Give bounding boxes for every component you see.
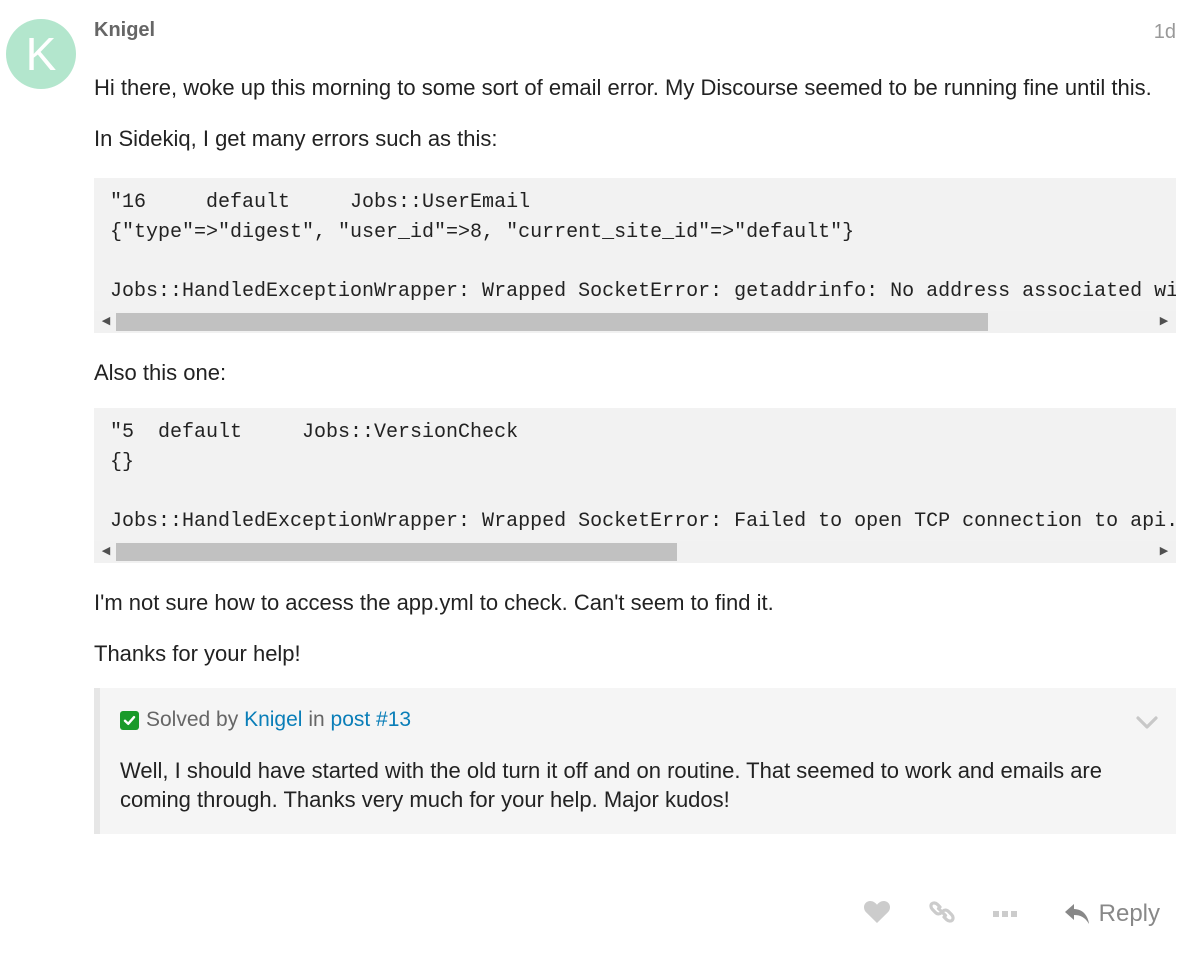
- code-text: "5 default Jobs::VersionCheck {} Jobs::H…: [110, 421, 1176, 533]
- scroll-right-icon[interactable]: ▶: [1155, 541, 1173, 563]
- post-paragraph: In Sidekiq, I get many errors such as th…: [94, 126, 498, 151]
- solution-author-link[interactable]: Knigel: [244, 708, 302, 732]
- avatar-letter: K: [25, 28, 57, 80]
- solved-by-label: Solved by: [146, 708, 239, 731]
- post-paragraph: Thanks for your help!: [94, 641, 301, 666]
- post-paragraph: Hi there, woke up this morning to some s…: [94, 75, 1152, 100]
- accepted-answer: Solved by Knigel in post #13 Well, I sho…: [94, 688, 1176, 834]
- post-date[interactable]: 1d: [1154, 21, 1176, 44]
- solution-excerpt[interactable]: Well, I should have started with the old…: [120, 756, 1140, 814]
- username[interactable]: Knigel: [94, 19, 155, 42]
- scroll-left-icon[interactable]: ◀: [97, 541, 115, 563]
- reply-button[interactable]: Reply: [1063, 900, 1160, 928]
- ellipsis-icon: [992, 905, 1017, 923]
- link-icon: [929, 899, 955, 930]
- post-paragraph: I'm not sure how to access the app.yml t…: [94, 590, 774, 615]
- scrollbar-thumb[interactable]: [116, 313, 988, 331]
- accepted-answer-title: Solved by Knigel in post #13: [120, 708, 411, 732]
- code-text: "16 default Jobs::UserEmail {"type"=>"di…: [110, 191, 1176, 303]
- check-icon: [120, 710, 139, 730]
- reply-icon: [1064, 904, 1089, 924]
- avatar[interactable]: K: [6, 19, 76, 89]
- share-link-button[interactable]: [929, 899, 955, 930]
- like-button[interactable]: [863, 900, 891, 929]
- in-label: in: [308, 708, 325, 731]
- scroll-left-icon[interactable]: ◀: [97, 311, 115, 333]
- post-actions: Reply: [825, 896, 1160, 932]
- horizontal-scrollbar[interactable]: ◀ ▶: [94, 311, 1176, 333]
- more-actions-button[interactable]: [992, 905, 1017, 923]
- horizontal-scrollbar[interactable]: ◀ ▶: [94, 541, 1176, 563]
- heart-icon: [863, 900, 891, 929]
- reply-label: Reply: [1098, 900, 1160, 927]
- scroll-right-icon[interactable]: ▶: [1155, 311, 1173, 333]
- post-paragraph: Also this one:: [94, 360, 227, 385]
- code-block: "16 default Jobs::UserEmail {"type"=>"di…: [94, 178, 1176, 333]
- solution-post-link[interactable]: post #13: [331, 708, 412, 732]
- chevron-down-icon[interactable]: [1136, 716, 1158, 735]
- scrollbar-thumb[interactable]: [116, 543, 677, 561]
- code-block: "5 default Jobs::VersionCheck {} Jobs::H…: [94, 408, 1176, 563]
